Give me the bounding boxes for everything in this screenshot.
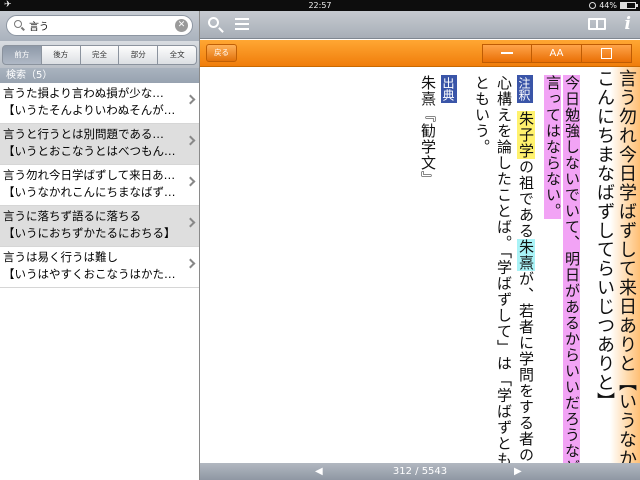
- note-line-3: ともいう。: [473, 75, 491, 155]
- note-line-1: 朱子学の祖である朱熹が、若者に学問をする者の: [517, 111, 535, 463]
- segment-exact[interactable]: 完全: [80, 45, 120, 65]
- zoom-button[interactable]: [582, 44, 632, 63]
- font-size-button[interactable]: AA: [532, 44, 582, 63]
- list-item-title: 言うと行うとは別問題である…: [3, 127, 164, 141]
- segment-partial[interactable]: 部分: [119, 45, 159, 65]
- prev-page-button[interactable]: ◀: [315, 463, 323, 480]
- list-item-title: 言う勿れ今日学ばずして来日あり…: [3, 168, 185, 182]
- bookmark-button[interactable]: [482, 44, 532, 63]
- search-input[interactable]: [29, 18, 179, 33]
- battery-percent: 44%: [599, 1, 617, 10]
- entry-tools: AA: [482, 44, 632, 63]
- app-root: ✈ 22:57 44% ✕ 前方 後方 完全 部分 全文 検索（5） 言うた損よ…: [0, 0, 640, 480]
- segment-suffix[interactable]: 後方: [41, 45, 81, 65]
- list-item-reading: 【いうとおこなうとはべつもん…: [3, 144, 176, 158]
- status-bar: ✈ 22:57 44%: [0, 0, 640, 11]
- back-button[interactable]: 戻る: [206, 44, 237, 62]
- search-mode-segments: 前方 後方 完全 部分 全文: [0, 41, 199, 68]
- source-text: 朱熹『勧学文』: [419, 75, 437, 187]
- note-tag: 注釈: [517, 75, 533, 103]
- page-total: 5543: [421, 466, 448, 477]
- search-field[interactable]: ✕: [6, 15, 193, 36]
- chevron-right-icon: [185, 258, 196, 269]
- chevron-right-icon: [185, 94, 196, 105]
- headword-line-2: こんにちまなばずしてらいじつありと】: [594, 69, 615, 411]
- search-icon: [14, 20, 22, 28]
- list-item-reading: 【いうはやすくおこなうはかたし】: [3, 267, 185, 281]
- note-term-shuki[interactable]: 朱熹: [517, 239, 535, 271]
- search-panel: ✕ 前方 後方 完全 部分 全文 検索（5） 言うた損より言わぬ損が少な… 【い…: [0, 11, 200, 480]
- search-bar: ✕: [0, 11, 199, 41]
- chevron-right-icon: [185, 176, 196, 187]
- segment-prefix[interactable]: 前方: [2, 45, 42, 65]
- chevron-right-icon: [185, 217, 196, 228]
- result-count: 検索（5）: [0, 68, 199, 83]
- entry-toolbar: 戻る AA: [200, 40, 640, 67]
- list-item-title: 言うは易く行うは難し: [3, 250, 118, 264]
- headword-line-1: 言う勿れ今日学ばずして来日ありと【いうなかれ: [616, 69, 637, 463]
- page-separator: /: [415, 466, 419, 477]
- chevron-right-icon: [185, 135, 196, 146]
- list-item[interactable]: 言うた損より言わぬ損が少な… 【いうたそんよりいわぬそんが…: [0, 83, 199, 124]
- list-item[interactable]: 言うと行うとは別問題である… 【いうとおこなうとはべつもん…: [0, 124, 199, 165]
- battery-icon: [620, 2, 638, 9]
- segment-fulltext[interactable]: 全文: [158, 45, 197, 65]
- note-term-shushigaku[interactable]: 朱子学: [517, 111, 535, 159]
- clear-search-icon[interactable]: ✕: [175, 19, 188, 32]
- book-icon[interactable]: [588, 18, 606, 30]
- info-icon[interactable]: i: [625, 14, 631, 34]
- rotation-lock-icon: [589, 2, 597, 9]
- list-item[interactable]: 言う勿れ今日学ばずして来日あり… 【いうなかれこんにちまなばず…: [0, 165, 199, 206]
- list-item[interactable]: 言うは易く行うは難し 【いうはやすくおこなうはかたし】: [0, 247, 199, 288]
- status-right: 44%: [589, 0, 638, 11]
- list-icon[interactable]: [235, 18, 249, 31]
- definition-line-2: 言ってはならない。: [544, 75, 562, 219]
- top-toolbar: i: [200, 11, 640, 39]
- result-list: 言うた損より言わぬ損が少な… 【いうたそんよりいわぬそんが… 言うと行うとは別問…: [0, 83, 199, 288]
- pager-bar: ◀ 312 / 5543 ▶: [200, 463, 640, 480]
- magnifier-icon: [601, 47, 612, 59]
- entry-content: 言う勿れ今日学ばずして来日ありと【いうなかれ こんにちまなばずしてらいじつありと…: [200, 67, 640, 463]
- list-item-title: 言うた損より言わぬ損が少な…: [3, 86, 164, 100]
- list-item-reading: 【いうたそんよりいわぬそんが…: [3, 103, 176, 117]
- list-item-reading: 【いうにおちずかたるにおちる】: [3, 226, 176, 240]
- list-item[interactable]: 言うに落ちず語るに落ちる 【いうにおちずかたるにおちる】: [0, 206, 199, 247]
- definition-line-1: 今日勉強しないでいて、明日があるからいいだろうなどと: [563, 75, 581, 463]
- next-page-button[interactable]: ▶: [514, 463, 522, 480]
- dash-icon: [501, 52, 513, 54]
- status-time: 22:57: [308, 1, 332, 10]
- list-item-title: 言うに落ちず語るに落ちる: [3, 209, 141, 223]
- note-line-2: 心構えを論したことば。「学ばずして」は「学ばずとも」: [495, 75, 513, 463]
- search-icon[interactable]: [208, 17, 219, 28]
- list-item-reading: 【いうなかれこんにちまなばず…: [3, 185, 176, 199]
- page-current: 312: [392, 466, 412, 477]
- source-tag: 出典: [441, 75, 457, 103]
